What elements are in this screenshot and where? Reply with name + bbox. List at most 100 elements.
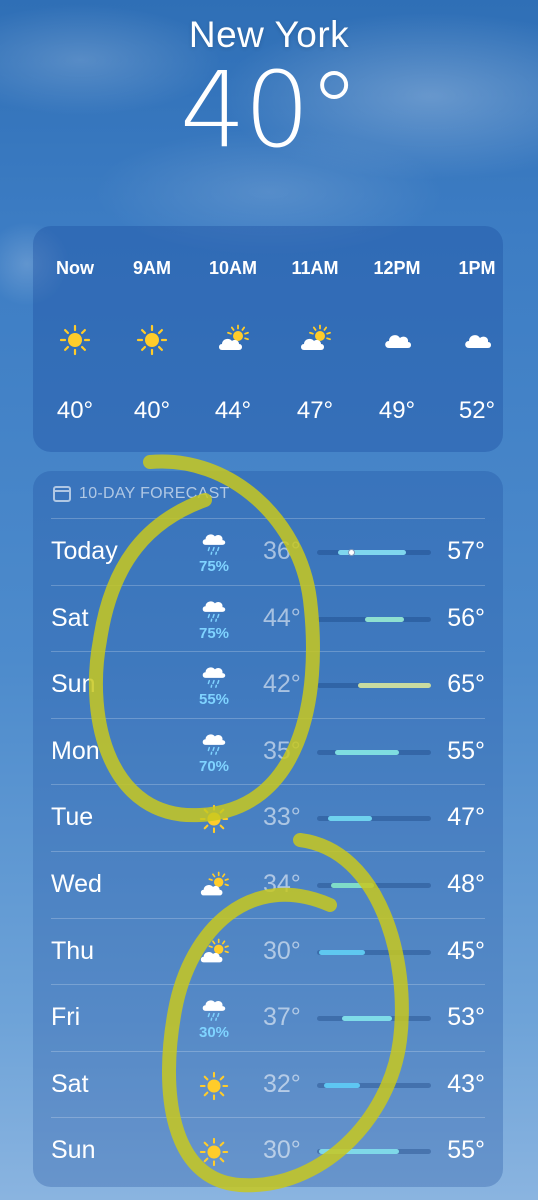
hourly-item: 1PM 52° [437, 226, 503, 452]
temperature-range-bar [317, 1082, 431, 1088]
sun-icon [189, 793, 239, 845]
forecast-row[interactable]: Fri 30% 37° 53° [51, 984, 485, 1051]
forecast-day: Fri [51, 1003, 81, 1032]
temperature-range-fill [358, 683, 431, 689]
forecast-day: Thu [51, 936, 95, 965]
temperature-range-fill [335, 749, 400, 755]
temperature-range-fill [323, 1082, 361, 1088]
partly-cloudy-icon [275, 324, 355, 356]
temperature-range-fill [319, 1149, 400, 1155]
forecast-row[interactable]: Sat 75% 44° 56° [51, 584, 485, 652]
sun-icon [35, 324, 115, 356]
hour-temperature: 40° [133, 397, 171, 424]
precipitation-chance: 55% [198, 691, 230, 709]
forecast-row[interactable]: Tue 33° 47° [51, 784, 485, 851]
forecast-row[interactable]: Mon 70% 35° 55° [51, 717, 485, 785]
temperature-range-bar [317, 1149, 431, 1155]
forecast-row[interactable]: Sun 30° 55° [51, 1117, 485, 1184]
forecast-condition [189, 793, 239, 845]
forecast-row[interactable]: Thu 30° 45° [51, 917, 485, 985]
low-temperature: 36° [263, 537, 301, 565]
forecast-condition: 30% [189, 993, 239, 1045]
forecast-day: Wed [51, 870, 102, 898]
forecast-row[interactable]: Wed 34° 48° [51, 851, 485, 918]
forecast-row[interactable]: Sun 55% 42° 65° [51, 651, 485, 718]
forecast-condition [189, 1060, 239, 1112]
hour-temperature: 49° [378, 397, 416, 424]
high-temperature: 65° [447, 670, 485, 699]
temperature-range-fill [328, 816, 372, 822]
temperature-range-bar [317, 749, 431, 755]
forecast-day: Tue [51, 803, 94, 832]
high-temperature: 53° [447, 1003, 485, 1032]
ten-day-forecast-card[interactable]: 10-DAY FORECAST Today 75% 36° 57° Sat 75% 44° 5… [33, 471, 503, 1187]
forecast-day: Sat [51, 603, 89, 632]
hourly-item: 10AM 44° [193, 226, 273, 452]
forecast-day: Today [51, 537, 118, 565]
rain-cloud-icon [189, 527, 239, 557]
low-temperature: 32° [263, 1069, 301, 1098]
partly-cloudy-icon [193, 324, 273, 356]
hour-temperature: 52° [458, 397, 496, 424]
high-temperature: 56° [447, 603, 485, 632]
high-temperature: 47° [447, 803, 485, 832]
hour-temperature: 44° [214, 397, 252, 424]
temperature-range-bar [317, 1016, 431, 1022]
high-temperature: 55° [447, 736, 485, 765]
forecast-day: Sat [51, 1069, 89, 1098]
forecast-day: Mon [51, 736, 100, 765]
forecast-day: Sun [51, 1136, 96, 1165]
ten-day-forecast-title: 10-DAY FORECAST [79, 485, 230, 502]
forecast-row[interactable]: Today 75% 36° 57° [51, 518, 485, 585]
hourly-item: 9AM 40° [112, 226, 192, 452]
precipitation-chance: 75% [198, 624, 230, 642]
hourly-item: 11AM 47° [275, 226, 355, 452]
location-header: New York 40° [0, 14, 538, 162]
forecast-day: Sun [51, 670, 96, 699]
temperature-range-fill [342, 1016, 393, 1022]
cloud-icon [437, 324, 503, 356]
low-temperature: 34° [263, 870, 301, 898]
rain-cloud-icon [189, 727, 239, 757]
hour-label: 9AM [132, 258, 171, 278]
temperature-range-fill [364, 616, 404, 622]
calendar-icon [53, 486, 71, 502]
precipitation-chance: 70% [198, 757, 230, 775]
rain-cloud-icon [189, 993, 239, 1023]
forecast-condition: 70% [189, 727, 239, 779]
sun-icon [189, 1060, 239, 1112]
hour-label: 1PM [458, 258, 496, 278]
partly-cloudy-icon [189, 927, 239, 979]
high-temperature: 45° [447, 936, 485, 965]
temperature-range-bar [317, 949, 431, 955]
high-temperature: 55° [447, 1136, 485, 1165]
hour-label: 11AM [291, 258, 339, 278]
low-temperature: 30° [263, 936, 301, 965]
forecast-condition [189, 860, 239, 912]
high-temperature: 43° [447, 1069, 485, 1098]
cloud-icon [357, 324, 437, 356]
forecast-condition: 55% [189, 660, 239, 712]
temperature-range-fill [330, 883, 374, 888]
hourly-item: Now 40° [35, 226, 115, 452]
hour-temperature: 47° [296, 397, 334, 424]
temperature-range-bar [317, 883, 431, 888]
hour-temperature: 40° [56, 397, 94, 424]
sun-icon [189, 1126, 239, 1178]
low-temperature: 37° [263, 1003, 301, 1032]
forecast-condition [189, 927, 239, 979]
sun-icon [112, 324, 192, 356]
temperature-range-bar [317, 549, 431, 556]
forecast-row[interactable]: Sat 32° 43° [51, 1050, 485, 1118]
rain-cloud-icon [189, 594, 239, 624]
current-temperature: 40° [179, 49, 360, 171]
forecast-condition: 75% [189, 527, 239, 579]
hourly-forecast-card[interactable]: Now 40° 9AM 40° 10AM 44° 11AM 47° 12PM 49° 1PM 52° [33, 226, 503, 452]
high-temperature: 48° [447, 870, 485, 898]
low-temperature: 44° [263, 603, 301, 632]
temperature-range-bar [317, 816, 431, 822]
rain-cloud-icon [189, 660, 239, 690]
low-temperature: 35° [263, 736, 301, 765]
low-temperature: 42° [263, 670, 301, 699]
hour-label: 10AM [208, 258, 257, 278]
